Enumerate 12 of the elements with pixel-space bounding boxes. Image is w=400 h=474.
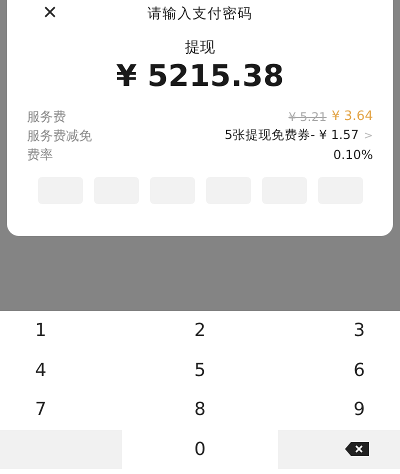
fee-label: 费率 bbox=[27, 146, 53, 164]
discounted-fee: ¥ 3.64 bbox=[332, 109, 373, 124]
backspace-key[interactable] bbox=[278, 430, 400, 469]
amount-text: ¥ 5215.38 bbox=[115, 59, 285, 94]
withdraw-label: 提现 bbox=[184, 38, 216, 57]
original-fee: ¥ 5.21 bbox=[288, 110, 327, 124]
coupon-link[interactable]: 5张提现免费券- ¥ 1.57 bbox=[224, 127, 359, 144]
fee-label: 服务费减免 bbox=[27, 128, 92, 144]
backspace-icon bbox=[345, 442, 369, 456]
dialog-title: 请输入支付密码 bbox=[148, 5, 252, 23]
fee-label: 服务费 bbox=[27, 108, 66, 126]
fee-value: 0.10% bbox=[333, 147, 373, 162]
